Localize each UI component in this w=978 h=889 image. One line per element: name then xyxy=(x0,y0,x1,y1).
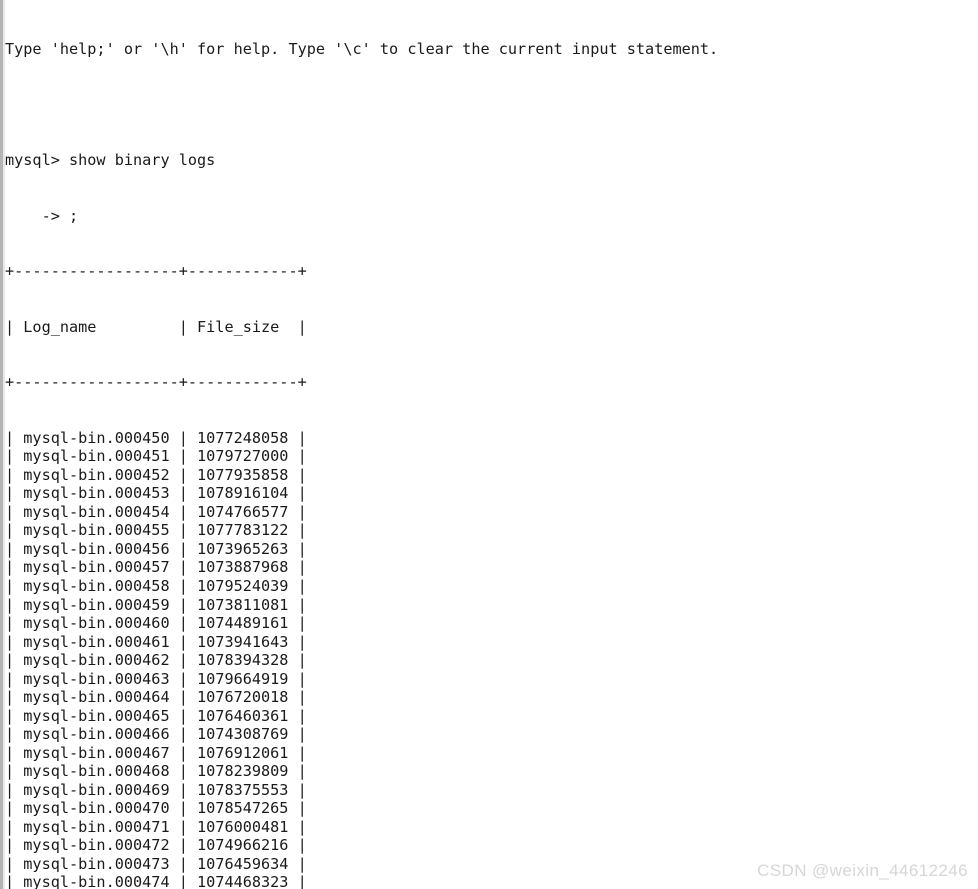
table-row: | mysql-bin.000464 | 1076720018 | xyxy=(5,688,307,707)
table-row: | mysql-bin.000453 | 1078916104 | xyxy=(5,484,307,503)
table-row: | mysql-bin.000469 | 1078375553 | xyxy=(5,780,307,799)
table-row: | mysql-bin.000459 | 1073811081 | xyxy=(5,595,307,614)
table-header-row: | Log_name | File_size | xyxy=(5,317,307,336)
mysql-continuation-line: -> ; xyxy=(5,206,79,225)
table-row: | mysql-bin.000462 | 1078394328 | xyxy=(5,651,307,670)
table-row: | mysql-bin.000456 | 1073965263 | xyxy=(5,539,307,558)
table-row: | mysql-bin.000454 | 1074766577 | xyxy=(5,502,307,521)
table-row: | mysql-bin.000471 | 1076000481 | xyxy=(5,817,307,836)
table-row: | mysql-bin.000458 | 1079524039 | xyxy=(5,576,307,595)
table-row: | mysql-bin.000465 | 1076460361 | xyxy=(5,706,307,725)
table-row: | mysql-bin.000468 | 1078239809 | xyxy=(5,762,307,781)
table-row: | mysql-bin.000452 | 1077935858 | xyxy=(5,465,307,484)
table-row: | mysql-bin.000460 | 1074489161 | xyxy=(5,614,307,633)
table-row: | mysql-bin.000467 | 1076912061 | xyxy=(5,743,307,762)
table-row: | mysql-bin.000463 | 1079664919 | xyxy=(5,669,307,688)
table-row: | mysql-bin.000455 | 1077783122 | xyxy=(5,521,307,540)
terminal-window: Type 'help;' or '\h' for help. Type '\c'… xyxy=(0,0,978,889)
table-rule-top: +------------------+------------+ xyxy=(5,262,307,281)
terminal-output[interactable]: Type 'help;' or '\h' for help. Type '\c'… xyxy=(5,0,978,889)
table-row: | mysql-bin.000451 | 1079727000 | xyxy=(5,447,307,466)
table-row: | mysql-bin.000470 | 1078547265 | xyxy=(5,799,307,818)
table-row: | mysql-bin.000450 | 1077248058 | xyxy=(5,428,307,447)
table-row: | mysql-bin.000472 | 1074966216 | xyxy=(5,836,307,855)
table-body: | mysql-bin.000450 | 1077248058 | | mysql… xyxy=(5,429,978,889)
table-row: | mysql-bin.000461 | 1073941643 | xyxy=(5,632,307,651)
csdn-watermark: CSDN @weixin_44612246 xyxy=(757,861,968,880)
table-rule-header: +------------------+------------+ xyxy=(5,373,307,392)
table-row: | mysql-bin.000457 | 1073887968 | xyxy=(5,558,307,577)
help-text-line: Type 'help;' or '\h' for help. Type '\c'… xyxy=(5,40,719,59)
mysql-prompt-line: mysql> show binary logs xyxy=(5,151,216,170)
table-row: | mysql-bin.000466 | 1074308769 | xyxy=(5,725,307,744)
